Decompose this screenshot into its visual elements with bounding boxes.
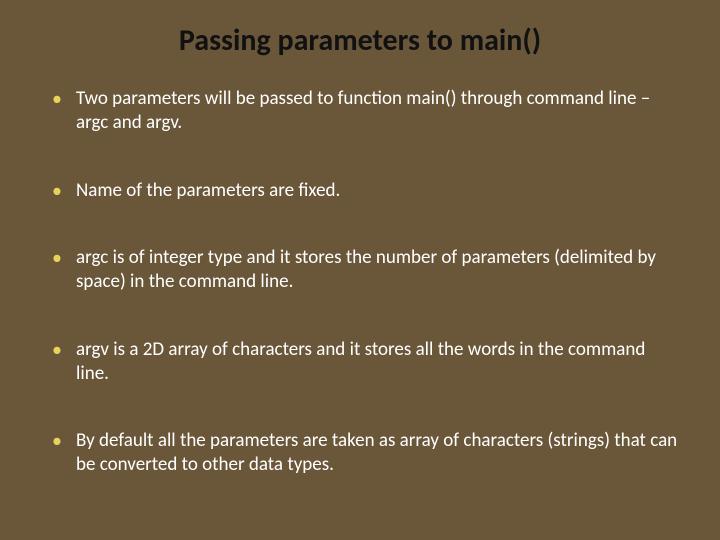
bullet-item: By default all the parameters are taken …: [46, 429, 680, 477]
bullet-list: Two parameters will be passed to functio…: [40, 87, 680, 477]
slide-title: Passing parameters to main(): [40, 22, 680, 59]
bullet-item: argv is a 2D array of characters and it …: [46, 338, 680, 386]
bullet-item: Two parameters will be passed to functio…: [46, 87, 680, 135]
bullet-item: argc is of integer type and it stores th…: [46, 246, 680, 294]
bullet-item: Name of the parameters are fixed.: [46, 179, 680, 203]
